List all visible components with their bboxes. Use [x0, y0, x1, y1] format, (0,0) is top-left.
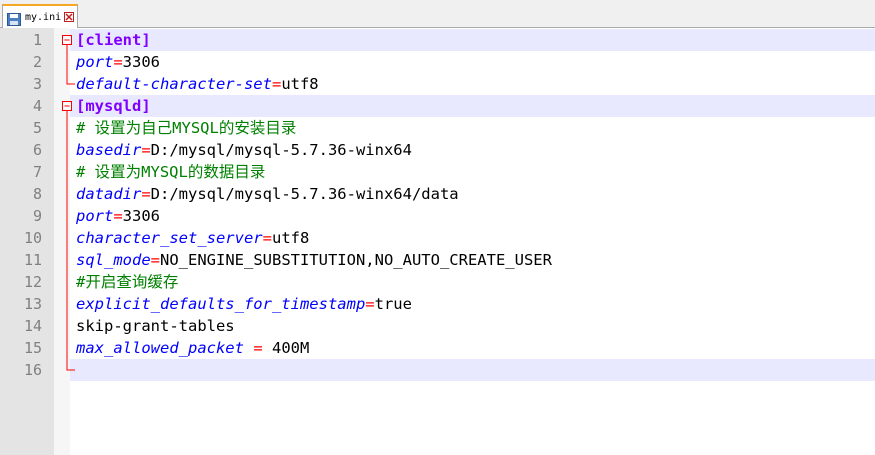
fold-guide-line	[66, 45, 75, 85]
config-value: true	[374, 295, 412, 313]
fold-markers[interactable]	[58, 28, 78, 455]
line-highlight	[70, 359, 875, 381]
code-line[interactable]: 8 datadir=D:/mysql/mysql-5.7.36-winx64/da…	[0, 183, 875, 205]
line-number: 12	[23, 273, 42, 291]
code-line[interactable]: 13 explicit_defaults_for_timestamp=true	[0, 293, 875, 315]
config-key: port	[76, 207, 114, 225]
line-text[interactable]: sql_mode=NO_ENGINE_SUBSTITUTION,NO_AUTO_…	[76, 249, 552, 271]
config-key: explicit_defaults_for_timestamp	[76, 295, 366, 313]
line-number: 2	[32, 53, 42, 71]
config-value: utf8	[281, 75, 319, 93]
tab-bar: my.ini	[0, 0, 875, 28]
line-text[interactable]: # 设置为自己MYSQL的安装目录	[76, 117, 296, 139]
code-line[interactable]: 4 [mysqld]	[0, 95, 875, 117]
fold-toggle-icon[interactable]	[62, 35, 72, 45]
equals-sign: =	[253, 339, 263, 357]
comment-text: # 设置为自己MYSQL的安装目录	[76, 119, 297, 137]
config-key: max_allowed_packet	[76, 339, 244, 357]
line-text[interactable]: datadir=D:/mysql/mysql-5.7.36-winx64/dat…	[76, 183, 459, 205]
equals-sign: =	[271, 75, 282, 93]
code-line[interactable]: 11 sql_mode=NO_ENGINE_SUBSTITUTION,NO_AUT…	[0, 249, 875, 271]
line-number: 1	[32, 31, 42, 49]
equals-sign: =	[150, 251, 160, 269]
line-text[interactable]: character_set_server=utf8	[76, 227, 309, 249]
line-text[interactable]: #开启查询缓存	[76, 271, 178, 293]
code-line[interactable]: 9 port=3306	[0, 205, 875, 227]
equals-sign: =	[113, 53, 123, 71]
comment-text: #开启查询缓存	[76, 273, 179, 291]
line-number: 13	[23, 295, 42, 313]
config-value: D:/mysql/mysql-5.7.36-winx64/data	[150, 185, 459, 203]
line-text[interactable]: [client]	[76, 29, 151, 51]
code-line[interactable]: 3 default-character-set=utf8	[0, 73, 875, 95]
config-value: D:/mysql/mysql-5.7.36-winx64	[150, 141, 412, 159]
code-line[interactable]: 14 skip-grant-tables	[0, 315, 875, 337]
line-text[interactable]: basedir=D:/mysql/mysql-5.7.36-winx64	[76, 139, 412, 161]
line-text[interactable]: # 设置为MYSQL的数据目录	[76, 161, 265, 183]
config-key: default-character-set	[76, 75, 272, 93]
plain-text: skip-grant-tables	[76, 317, 235, 335]
code-line[interactable]: 2 port=3306	[0, 51, 875, 73]
code-line[interactable]: 5 # 设置为自己MYSQL的安装目录	[0, 117, 875, 139]
line-text[interactable]: [mysqld]	[76, 95, 151, 117]
fold-guide-line	[66, 111, 75, 371]
line-highlight	[70, 29, 875, 51]
line-number: 15	[23, 339, 42, 357]
line-text[interactable]: skip-grant-tables	[76, 315, 235, 337]
code-line[interactable]: 6 basedir=D:/mysql/mysql-5.7.36-winx64	[0, 139, 875, 161]
comment-text: # 设置为MYSQL的数据目录	[76, 163, 266, 181]
line-number: 9	[32, 207, 42, 225]
line-number: 3	[32, 75, 42, 93]
equals-sign: =	[141, 141, 151, 159]
section-header: [client]	[76, 31, 151, 49]
tab-filename: my.ini	[25, 11, 62, 23]
config-key: basedir	[76, 141, 142, 159]
line-text[interactable]: port=3306	[76, 51, 160, 73]
line-number: 8	[32, 185, 42, 203]
config-key: port	[76, 53, 114, 71]
line-number: 16	[23, 361, 42, 379]
code-line[interactable]: 1 [client]	[0, 29, 875, 51]
line-number: 5	[32, 119, 42, 137]
code-line[interactable]: 15 max_allowed_packet = 400M	[0, 337, 875, 359]
equals-sign: =	[262, 229, 272, 247]
line-highlight	[70, 95, 875, 117]
editor-area[interactable]: 1 [client] 2 port=3306 3 default-character-se…	[0, 28, 875, 455]
equals-sign: =	[113, 207, 123, 225]
line-text[interactable]: explicit_defaults_for_timestamp=true	[76, 293, 412, 315]
config-key: datadir	[76, 185, 142, 203]
section-header: [mysqld]	[76, 97, 151, 115]
config-value: utf8	[271, 229, 310, 247]
equals-sign: =	[141, 185, 151, 203]
line-number: 10	[23, 229, 42, 247]
line-number: 4	[32, 97, 42, 115]
line-number: 14	[23, 317, 42, 335]
config-key: character_set_server	[76, 229, 263, 247]
equals-sign: =	[365, 295, 375, 313]
config-value: 3306	[122, 207, 160, 225]
line-text[interactable]: default-character-set=utf8	[76, 73, 319, 95]
line-number: 6	[32, 141, 42, 159]
code-line[interactable]: 7 # 设置为MYSQL的数据目录	[0, 161, 875, 183]
line-text[interactable]: max_allowed_packet = 400M	[76, 337, 309, 359]
line-text[interactable]: port=3306	[76, 205, 160, 227]
code-line[interactable]: 10 character_set_server=utf8	[0, 227, 875, 249]
config-value: 400M	[262, 339, 310, 357]
line-number: 11	[23, 251, 42, 269]
close-icon[interactable]	[64, 12, 75, 22]
save-file-icon	[7, 11, 21, 26]
code-line[interactable]: 12 #开启查询缓存	[0, 271, 875, 293]
config-value: 3306	[122, 53, 160, 71]
tab-my-ini[interactable]: my.ini	[2, 4, 78, 28]
code-line[interactable]: 16	[0, 359, 875, 381]
key-spacing	[244, 339, 253, 357]
fold-toggle-icon[interactable]	[62, 101, 72, 111]
line-number: 7	[32, 163, 42, 181]
config-key: sql_mode	[76, 251, 151, 269]
config-value: NO_ENGINE_SUBSTITUTION,NO_AUTO_CREATE_US…	[160, 251, 552, 269]
